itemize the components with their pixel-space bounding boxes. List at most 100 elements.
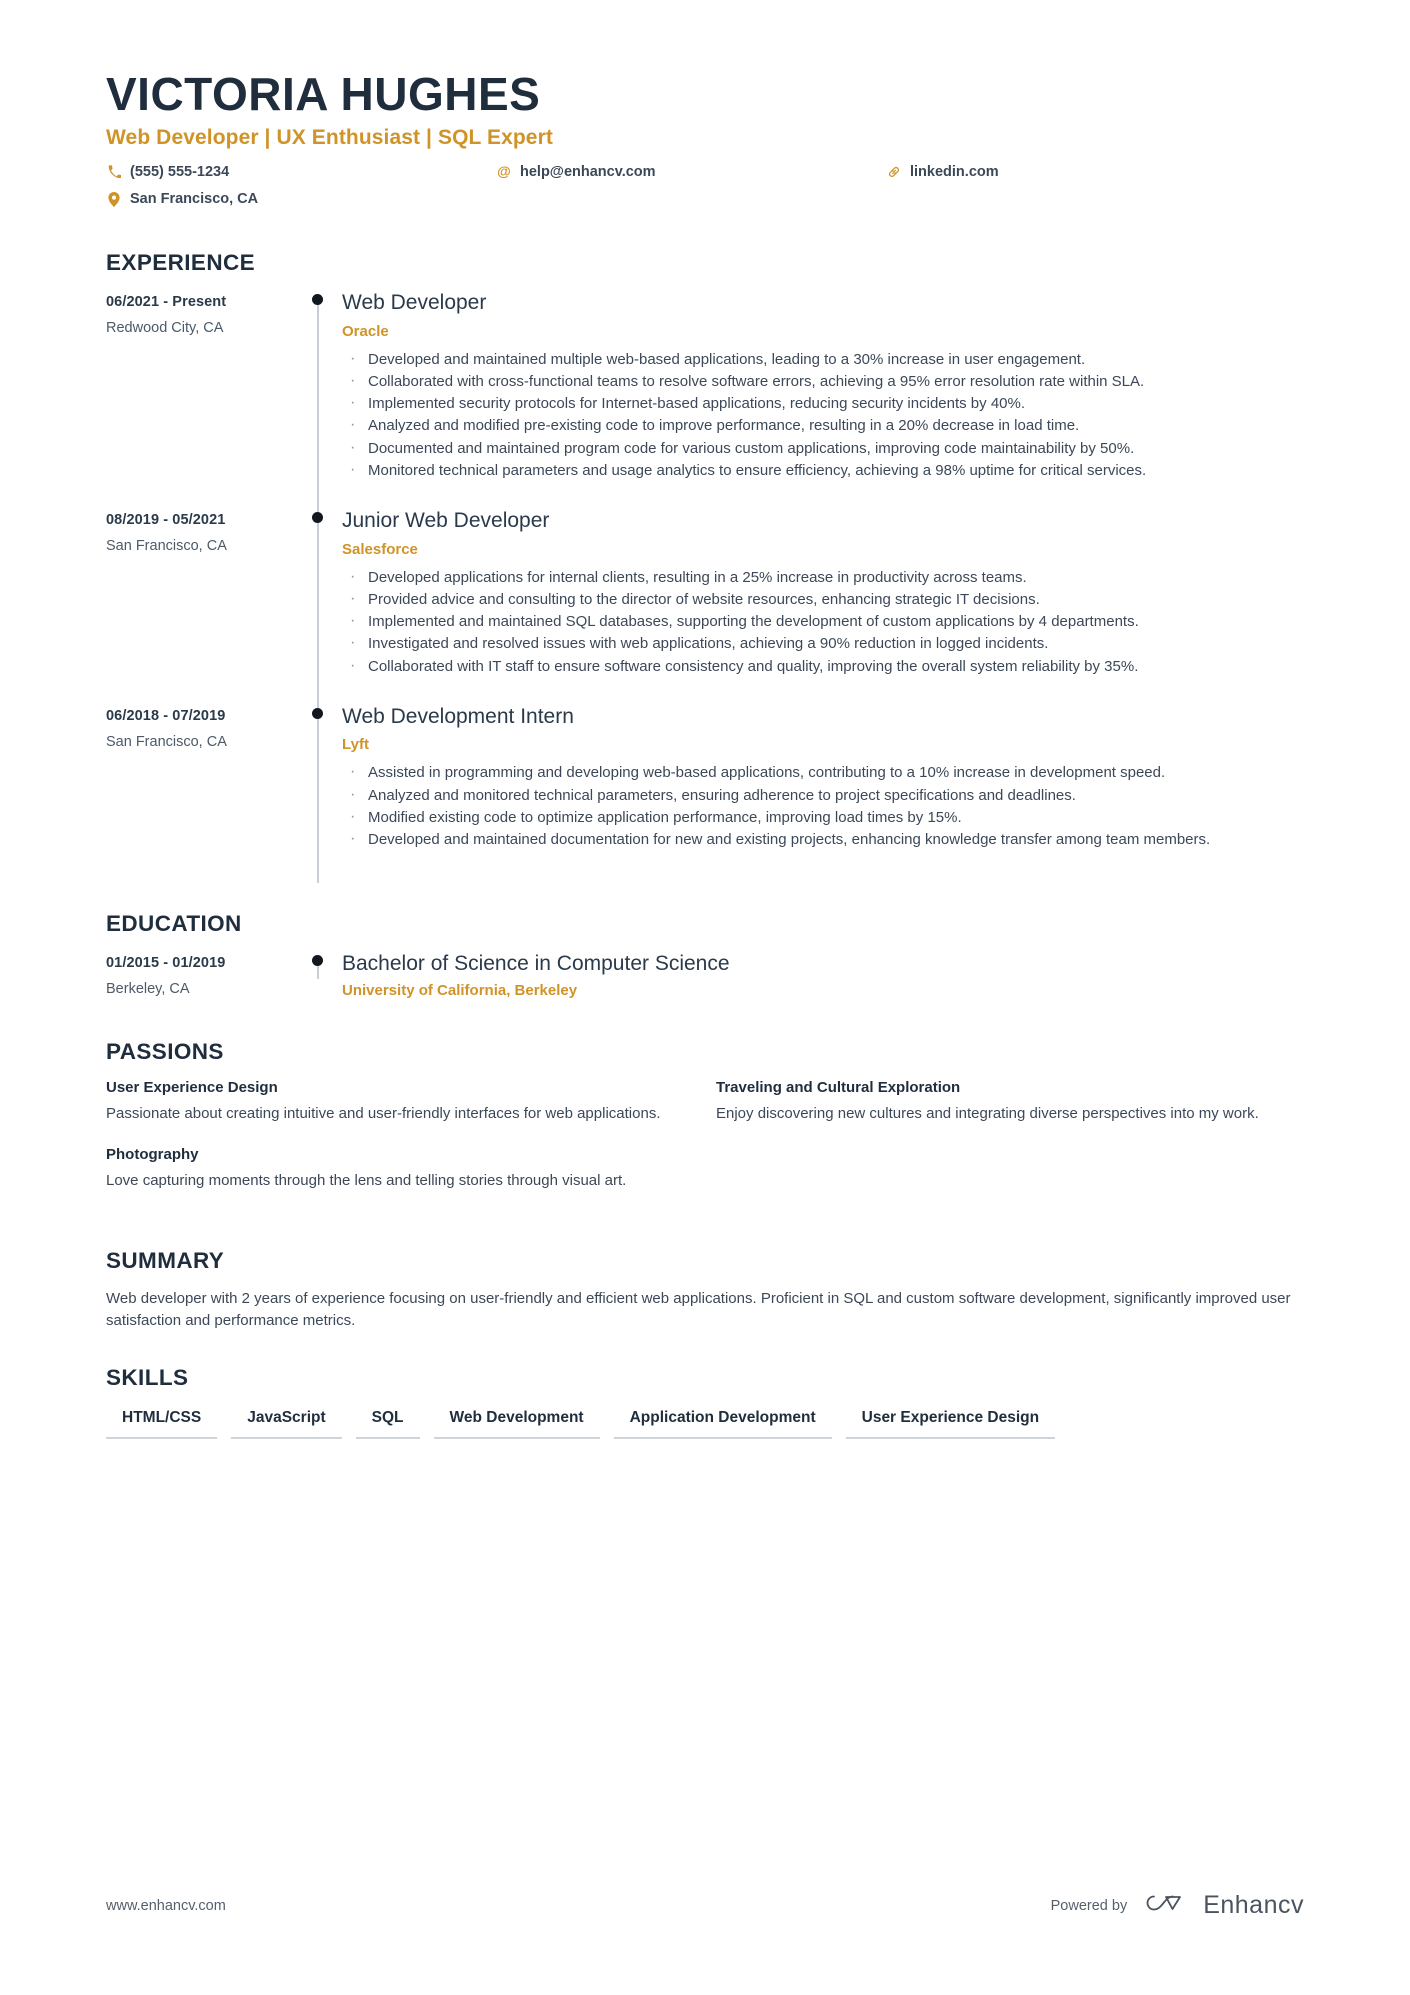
timeline-dot (312, 294, 323, 306)
contact-email[interactable]: @ help@enhancv.com (496, 162, 886, 182)
experience-entry: 08/2019 - 05/2021 San Francisco, CA Juni… (106, 508, 1304, 711)
education-heading: EDUCATION (106, 911, 242, 937)
timeline-dot (312, 512, 323, 524)
experience-meta: 08/2019 - 05/2021 San Francisco, CA (106, 508, 296, 704)
skill-chip: SQL (355, 1405, 420, 1440)
experience-bullets: Developed and maintained multiple web-ba… (342, 348, 1304, 483)
contact-column-left: (555) 555-1234 San Francisco, CA (106, 162, 496, 217)
contact-info: (555) 555-1234 San Francisco, CA @ help@… (106, 162, 1304, 217)
passions-section: PASSIONS User Experience Design Passiona… (106, 1039, 1304, 1214)
experience-location: San Francisco, CA (106, 734, 227, 751)
experience-date: 08/2019 - 05/2021 (106, 512, 226, 529)
bullet-item: Documented and maintained program code f… (342, 437, 1304, 460)
education-location: Berkeley, CA (106, 981, 190, 998)
bullet-item: Developed and maintained documentation f… (342, 828, 1304, 851)
experience-role: Web Development Intern (342, 705, 574, 729)
bullet-item: Collaborated with cross-functional teams… (342, 370, 1304, 393)
bullet-item: Monitored technical parameters and usage… (342, 459, 1304, 482)
bullet-item: Provided advice and consulting to the di… (342, 588, 1304, 611)
skills-section: SKILLS HTML/CSS JavaScript SQL Web Devel… (106, 1365, 1304, 1449)
contact-phone-text: (555) 555-1234 (130, 163, 230, 180)
contact-column-right: linkedin.com (886, 162, 1186, 189)
experience-meta: 06/2018 - 07/2019 San Francisco, CA (106, 704, 296, 877)
footer-branding: Powered by Enhancv (1051, 1890, 1304, 1921)
contact-linkedin-text: linkedin.com (910, 163, 999, 180)
timeline-rail (296, 704, 342, 884)
education-date: 01/2015 - 01/2019 (106, 955, 226, 972)
timeline-line (317, 714, 319, 884)
timeline-dot (312, 955, 323, 967)
passion-item: Traveling and Cultural Exploration Enjoy… (716, 1079, 1276, 1125)
experience-details: Junior Web Developer Salesforce Develope… (342, 508, 1304, 704)
experience-company: Salesforce (342, 540, 418, 558)
phone-icon (106, 165, 122, 179)
passion-description: Passionate about creating intuitive and … (106, 1104, 661, 1122)
experience-location: San Francisco, CA (106, 538, 227, 555)
email-icon: @ (497, 163, 511, 180)
resume-page: VICTORIA HUGHES Web Developer | UX Enthu… (0, 0, 1410, 1995)
experience-location: Redwood City, CA (106, 320, 224, 337)
enhancv-logo-icon (1141, 1890, 1193, 1921)
experience-role: Web Developer (342, 291, 487, 315)
skills-list: HTML/CSS JavaScript SQL Web Development … (106, 1405, 1304, 1449)
skill-chip: HTML/CSS (106, 1405, 218, 1440)
experience-role: Junior Web Developer (342, 509, 550, 533)
contact-phone[interactable]: (555) 555-1234 (106, 162, 496, 182)
education-entry: 01/2015 - 01/2019 Berkeley, CA Bachelor … (106, 951, 1304, 1004)
passion-title: User Experience Design (106, 1078, 278, 1096)
timeline-line (317, 300, 319, 515)
bullet-item: Developed applications for internal clie… (342, 566, 1304, 589)
summary-text: Web developer with 2 years of experience… (106, 1289, 1291, 1329)
experience-entry: 06/2018 - 07/2019 San Francisco, CA Web … (106, 704, 1304, 884)
location-pin-icon (106, 191, 122, 207)
passion-item: Photography Love capturing moments throu… (106, 1146, 666, 1192)
experience-company: Lyft (342, 736, 369, 754)
passions-heading: PASSIONS (106, 1038, 224, 1064)
experience-meta: 06/2021 - Present Redwood City, CA (106, 290, 296, 508)
bullet-item: Assisted in programming and developing w… (342, 761, 1304, 784)
passion-description: Enjoy discovering new cultures and integ… (716, 1104, 1259, 1122)
candidate-name: VICTORIA HUGHES (106, 68, 541, 120)
passions-grid: User Experience Design Passionate about … (106, 1079, 1304, 1214)
bullet-item: Implemented and maintained SQL databases… (342, 610, 1304, 633)
passion-item: User Experience Design Passionate about … (106, 1079, 666, 1125)
education-section: EDUCATION 01/2015 - 01/2019 Berkeley, CA… (106, 911, 1304, 1004)
bullet-item: Developed and maintained multiple web-ba… (342, 348, 1304, 371)
experience-bullets: Developed applications for internal clie… (342, 566, 1304, 678)
experience-heading: EXPERIENCE (106, 250, 256, 276)
timeline-rail (296, 951, 342, 1004)
experience-company: Oracle (342, 322, 389, 340)
education-details: Bachelor of Science in Computer Science … (342, 951, 1304, 1004)
passion-title: Photography (106, 1146, 199, 1164)
experience-details: Web Development Intern Lyft Assisted in … (342, 704, 1304, 877)
summary-heading: SUMMARY (106, 1247, 225, 1273)
timeline-rail (296, 508, 342, 711)
bullet-item: Implemented security protocols for Inter… (342, 392, 1304, 415)
education-meta: 01/2015 - 01/2019 Berkeley, CA (106, 951, 296, 1004)
contact-location: San Francisco, CA (106, 189, 496, 209)
experience-entry: 06/2021 - Present Redwood City, CA Web D… (106, 290, 1304, 515)
bullet-item: Analyzed and modified pre-existing code … (342, 414, 1304, 437)
skill-chip: Web Development (433, 1405, 600, 1440)
timeline-rail (296, 290, 342, 515)
contact-email-text: help@enhancv.com (520, 163, 656, 180)
experience-date: 06/2018 - 07/2019 (106, 708, 226, 725)
skills-heading: SKILLS (106, 1365, 189, 1391)
enhancv-wordmark: Enhancv (1203, 1891, 1304, 1919)
bullet-item: Investigated and resolved issues with we… (342, 632, 1304, 655)
contact-linkedin[interactable]: linkedin.com (886, 162, 1186, 182)
summary-section: SUMMARY Web developer with 2 years of ex… (106, 1248, 1304, 1332)
footer-website-url[interactable]: www.enhancv.com (106, 1898, 226, 1914)
bullet-item: Collaborated with IT staff to ensure sof… (342, 655, 1304, 678)
passion-description: Love capturing moments through the lens … (106, 1172, 627, 1190)
bullet-item: Modified existing code to optimize appli… (342, 806, 1304, 829)
education-degree: Bachelor of Science in Computer Science (342, 952, 730, 976)
skill-chip: Application Development (613, 1405, 832, 1440)
experience-bullets: Assisted in programming and developing w… (342, 761, 1304, 851)
timeline-line (317, 518, 319, 711)
timeline-dot (312, 708, 323, 720)
link-icon (886, 165, 902, 179)
enhancv-brand: Enhancv (1141, 1890, 1304, 1921)
candidate-headline: Web Developer | UX Enthusiast | SQL Expe… (106, 125, 553, 149)
contact-location-text: San Francisco, CA (130, 190, 259, 207)
